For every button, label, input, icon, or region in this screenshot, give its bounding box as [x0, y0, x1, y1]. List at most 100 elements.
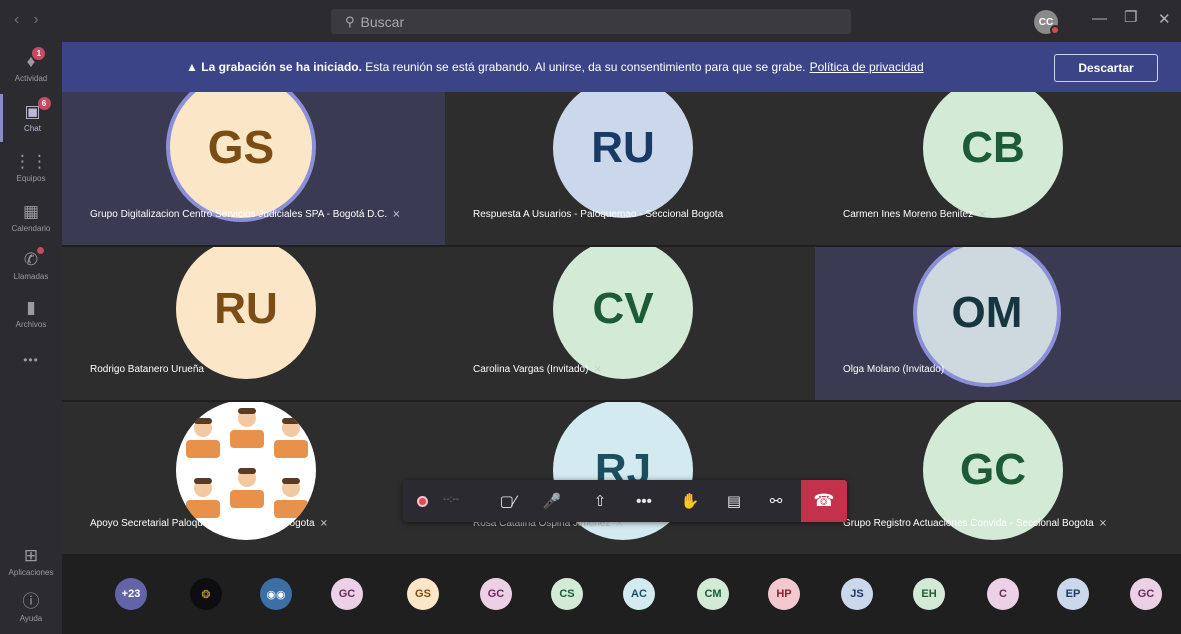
participant-name: Olga Molano (Invitado)	[843, 364, 944, 375]
participants-icon: ⚯	[769, 493, 783, 510]
participant-tile[interactable]: OM Olga Molano (Invitado)	[815, 247, 1181, 400]
share-screen-button[interactable]: ⇧	[585, 480, 615, 522]
microphone-button[interactable]: 🎤	[537, 480, 567, 522]
avatar-initials: CB	[961, 123, 1025, 172]
chip-label: HP	[776, 588, 792, 600]
avatar-initials: GC	[960, 445, 1026, 494]
dismiss-button[interactable]: Descartar	[1054, 54, 1158, 82]
more-actions-button[interactable]: •••	[629, 480, 659, 522]
search-icon: ⚲	[345, 13, 355, 29]
participant-chip[interactable]: GC	[331, 578, 363, 610]
name-text: Grupo Registro Actuaciones Convida - Sec…	[843, 518, 1094, 529]
participant-chip[interactable]: GC	[1130, 578, 1162, 610]
search-placeholder: Buscar	[360, 13, 405, 30]
privacy-policy-link[interactable]: Política de privacidad	[810, 60, 924, 74]
participant-name: Rodrigo Batanero Urueña	[90, 364, 204, 375]
participant-chip[interactable]: ◉◉	[260, 578, 292, 610]
participant-name: Respuesta A Usuarios - Paloquemao - Secc…	[473, 209, 723, 220]
participant-chip[interactable]: GS	[407, 578, 439, 610]
maximize-icon[interactable]: ❐	[1124, 8, 1137, 26]
participant-chip[interactable]: EH	[913, 578, 945, 610]
recording-indicator	[407, 480, 437, 522]
chip-label: EP	[1065, 588, 1081, 600]
chip-label: GS	[415, 588, 431, 600]
chip-label: GC	[487, 588, 505, 600]
calls-dot	[37, 247, 45, 254]
participant-tile[interactable]: RU Respuesta A Usuarios - Paloquemao - S…	[445, 92, 815, 245]
rail-item-archivos[interactable]: ▮ Archivos	[0, 290, 62, 338]
participant-chip[interactable]: HP	[768, 578, 800, 610]
mic-muted-icon: ⨯	[319, 518, 328, 529]
close-icon[interactable]: ✕	[1158, 10, 1171, 28]
participants-button[interactable]: ⚯	[761, 480, 791, 522]
mic-muted-icon: ⨯	[392, 209, 401, 220]
camera-off-button[interactable]: ▢∕	[493, 480, 523, 522]
raise-hand-button[interactable]: ✋	[675, 480, 705, 522]
participant-name: Grupo Registro Actuaciones Convida - Sec…	[843, 518, 1107, 529]
rail-item-actividad[interactable]: ♦ 1 Actividad	[0, 44, 62, 92]
participant-name: Apoyo Secretarial Paloquemao - Seccional…	[90, 518, 328, 529]
avatar-initials: RU	[591, 123, 655, 172]
overflow-count-chip[interactable]: +23	[115, 578, 147, 610]
rail-label: Aplicaciones	[8, 568, 54, 577]
participant-avatar: RU	[553, 92, 693, 218]
chat-icon: ▤	[726, 493, 742, 510]
chip-label: C	[999, 588, 1007, 600]
call-timer: --:--	[443, 494, 460, 505]
rail-label: Calendario	[11, 224, 51, 233]
participant-chip[interactable]: GC	[480, 578, 512, 610]
rail-item-ayuda[interactable]: ⓘ Ayuda	[0, 584, 62, 632]
rail-label: Llamadas	[13, 272, 49, 281]
participant-tile[interactable]: CB Carmen Ines Moreno Benitez ⨯	[815, 92, 1181, 245]
participant-chip[interactable]: EP	[1057, 578, 1089, 610]
participant-chip[interactable]: CM	[697, 578, 729, 610]
participant-name: Carmen Ines Moreno Benitez ⨯	[843, 209, 986, 220]
participant-chip[interactable]: JS	[841, 578, 873, 610]
chip-label: EH	[921, 588, 937, 600]
avatar-initials: CV	[592, 284, 654, 333]
mic-muted-icon: ⨯	[1098, 518, 1108, 529]
rail-item-llamadas[interactable]: ✆ Llamadas	[0, 242, 62, 290]
participant-tile[interactable]: GS Grupo Digitalizacion Centro Servicios…	[62, 92, 445, 245]
search-box[interactable]: ⚲ Buscar	[331, 9, 851, 34]
recording-text: Esta reunión se está grabando. Al unirse…	[365, 60, 806, 74]
chat-button[interactable]: ▤	[719, 480, 749, 522]
name-text: Carmen Ines Moreno Benitez	[843, 209, 974, 220]
user-avatar[interactable]: CC	[1034, 10, 1060, 35]
avatar-initials: RU	[214, 284, 278, 333]
rail-item-chat[interactable]: ▣ 6 Chat	[0, 94, 62, 142]
camera-off-icon: ▢∕	[499, 493, 517, 510]
participant-chip[interactable]: CS	[551, 578, 583, 610]
rail-item-equipos[interactable]: ⋮⋮ Equipos	[0, 144, 62, 192]
calendar-icon: ▦	[22, 202, 40, 221]
chip-label: +23	[121, 588, 141, 600]
minimize-icon[interactable]: —	[1092, 10, 1107, 27]
owl-icon: ◉◉	[266, 588, 286, 601]
mic-muted-icon: ⨯	[593, 364, 602, 375]
participant-chip[interactable]: AC	[623, 578, 655, 610]
more-icon: •••	[636, 492, 652, 510]
share-screen-icon: ⇧	[593, 493, 607, 510]
rail-label: Chat	[24, 124, 41, 133]
name-text: Olga Molano (Invitado)	[843, 364, 945, 375]
participant-tile[interactable]: RU Rodrigo Batanero Urueña	[62, 247, 445, 400]
rail-item-calendario[interactable]: ▦ Calendario	[0, 194, 62, 242]
participant-chip[interactable]: ❂	[190, 578, 222, 610]
participant-avatar: CB	[923, 92, 1063, 218]
participant-tile[interactable]: Apoyo Secretarial Paloquemao - Seccional…	[62, 402, 445, 554]
chip-label: AC	[631, 588, 647, 600]
participant-name: Carolina Vargas (Invitado) ⨯	[473, 364, 602, 375]
participant-tile[interactable]: CV Carolina Vargas (Invitado) ⨯	[445, 247, 815, 400]
hang-up-button[interactable]: ☎	[801, 480, 847, 522]
warning-icon: ▲	[186, 60, 198, 74]
back-arrow-icon[interactable]: ‹	[14, 11, 19, 29]
rail-item-aplicaciones[interactable]: ⊞ Aplicaciones	[0, 538, 62, 586]
teams-icon: ⋮⋮	[14, 152, 48, 171]
rail-more[interactable]: •••	[0, 336, 62, 384]
participant-tile[interactable]: RJ Rosa Catalina Ospina Jimenez ⨯	[445, 402, 815, 554]
forward-arrow-icon[interactable]: ›	[33, 11, 38, 29]
participant-tile[interactable]: GC Grupo Registro Actuaciones Convida - …	[815, 402, 1181, 554]
recording-title: La grabación se ha iniciado.	[201, 60, 362, 74]
chat-icon: ▣ 6	[24, 97, 51, 121]
participant-chip[interactable]: C	[987, 578, 1019, 610]
